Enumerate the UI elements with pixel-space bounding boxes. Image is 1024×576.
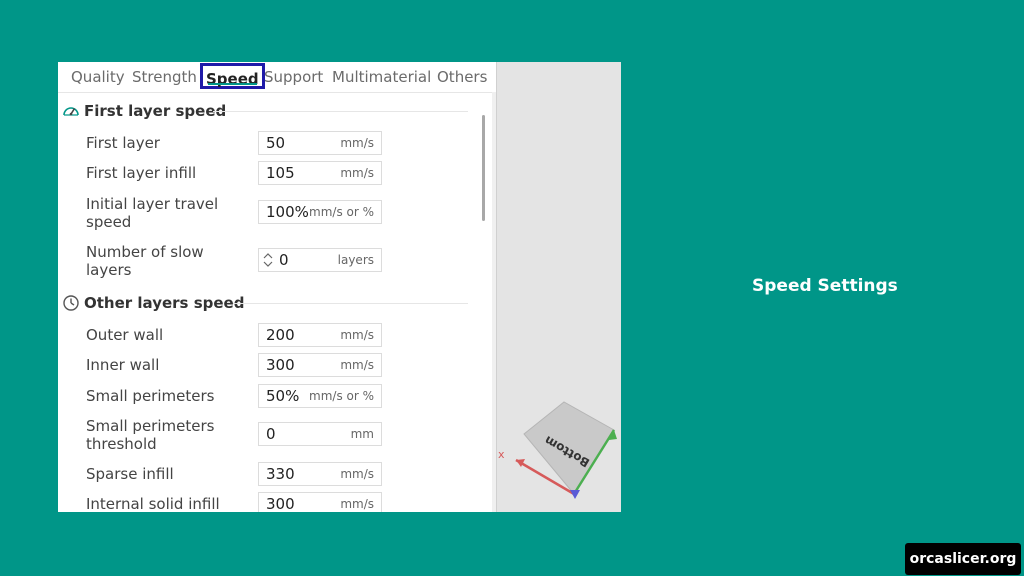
tab-speed[interactable]: Speed (200, 63, 265, 89)
row-label: Small perimeters threshold (86, 417, 215, 453)
section-title: Other layers speed (84, 294, 245, 312)
settings-panel: Quality Strength Speed Support Multimate… (58, 62, 496, 512)
field-value: 300 (266, 356, 295, 374)
clock-icon (63, 295, 79, 311)
internal-solid-infill-speed-input[interactable]: 300 mm/s (258, 492, 382, 512)
tab-bar: Quality Strength Speed Support Multimate… (58, 62, 496, 93)
field-value: 100% (266, 203, 309, 221)
speedometer-icon (63, 107, 79, 116)
section-divider (213, 111, 468, 112)
caption-title: Speed Settings (752, 276, 898, 296)
first-layer-speed-input[interactable]: 50 mm/s (258, 131, 382, 155)
row-label: Outer wall (86, 326, 164, 344)
initial-layer-travel-speed-input[interactable]: 100% mm/s or % (258, 200, 382, 224)
field-unit: mm/s or % (309, 205, 374, 219)
field-unit: mm/s (340, 136, 374, 150)
tab-multimaterial[interactable]: Multimaterial (332, 66, 431, 88)
section-other-layers-speed: Other layers speed (62, 292, 244, 314)
tab-strength[interactable]: Strength (132, 66, 197, 88)
small-perimeters-input[interactable]: 50% mm/s or % (258, 384, 382, 408)
small-perimeters-threshold-input[interactable]: 0 mm (258, 422, 382, 446)
section-title: First layer speed (84, 102, 227, 120)
section-divider (233, 303, 468, 304)
scrollbar-thumb[interactable] (482, 115, 485, 221)
outer-wall-speed-input[interactable]: 200 mm/s (258, 323, 382, 347)
stepper-arrows-icon[interactable] (263, 251, 273, 269)
tab-quality[interactable]: Quality (71, 66, 125, 88)
sparse-infill-speed-input[interactable]: 330 mm/s (258, 462, 382, 486)
viewport-divider (496, 62, 497, 512)
row-label: Inner wall (86, 356, 160, 374)
watermark-badge: orcaslicer.org (905, 543, 1021, 575)
axis-x-label: x (498, 448, 505, 461)
row-label: Sparse infill (86, 465, 174, 483)
field-value: 50 (266, 134, 286, 152)
field-value: 105 (266, 164, 295, 182)
field-unit: mm/s or % (309, 389, 374, 403)
field-value: 300 (266, 495, 295, 512)
slow-layers-stepper[interactable]: 0 layers (258, 248, 382, 272)
row-label: Initial layer travel speed (86, 195, 219, 231)
row-label: Small perimeters (86, 387, 215, 405)
field-unit: layers (337, 253, 374, 267)
row-label: First layer (86, 134, 160, 152)
field-value: 200 (266, 326, 295, 344)
inner-wall-speed-input[interactable]: 300 mm/s (258, 353, 382, 377)
row-label: Internal solid infill (86, 495, 220, 512)
field-unit: mm/s (340, 328, 374, 342)
field-unit: mm/s (340, 358, 374, 372)
field-value: 0 (279, 251, 289, 269)
tab-others[interactable]: Others (437, 66, 487, 88)
section-first-layer-speed: First layer speed (62, 100, 226, 122)
orientation-cube[interactable]: Bottom x (496, 62, 621, 512)
first-layer-infill-input[interactable]: 105 mm/s (258, 161, 382, 185)
field-unit: mm/s (340, 497, 374, 511)
row-label: Number of slow layers (86, 243, 204, 279)
row-label: First layer infill (86, 164, 197, 182)
field-unit: mm (350, 427, 374, 441)
field-value: 0 (266, 425, 276, 443)
field-unit: mm/s (340, 166, 374, 180)
3d-viewport[interactable]: Bottom x (496, 62, 621, 512)
tab-support[interactable]: Support (264, 66, 323, 88)
field-value: 330 (266, 465, 295, 483)
field-unit: mm/s (340, 467, 374, 481)
field-value: 50% (266, 387, 300, 405)
watermark-text: orcaslicer.org (909, 551, 1017, 567)
